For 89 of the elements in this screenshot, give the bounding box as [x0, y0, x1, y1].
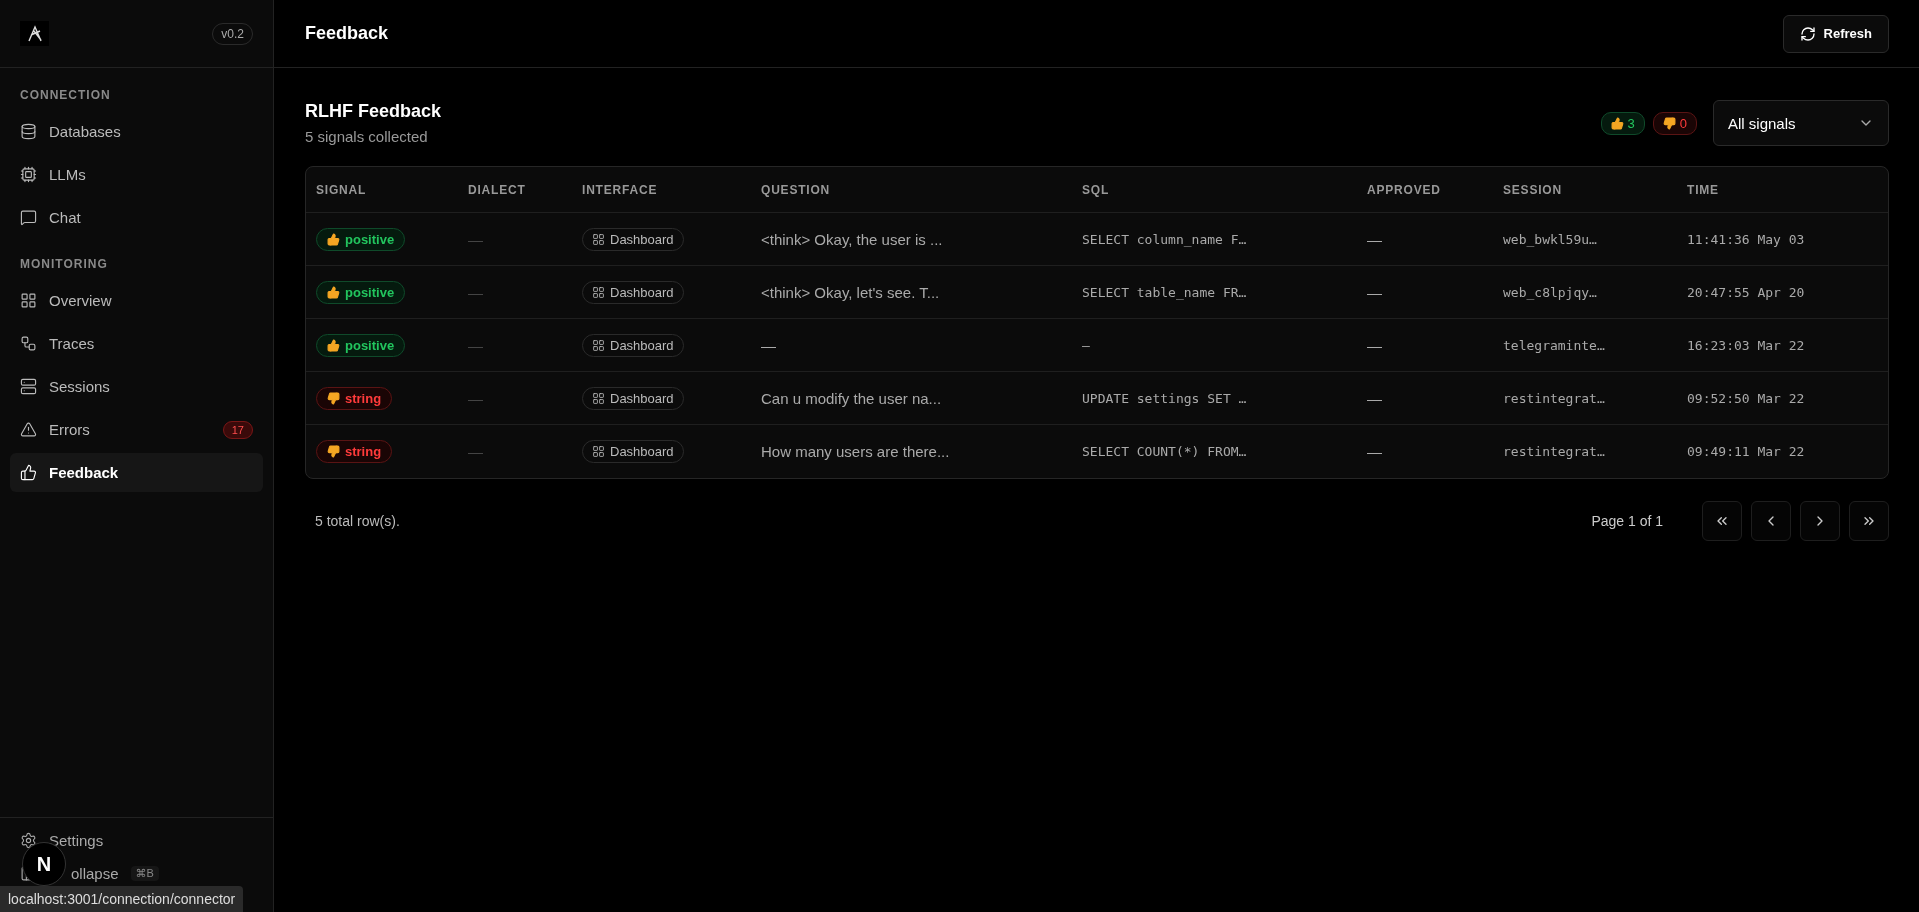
sidebar-item[interactable]: Chat	[10, 198, 263, 237]
last-page-button[interactable]	[1849, 501, 1889, 541]
signal-badge: string	[316, 386, 393, 410]
grid-icon	[20, 292, 37, 309]
sidebar-item[interactable]: Sessions	[10, 367, 263, 406]
table-cell: How many users are there...	[761, 443, 950, 460]
page-title: Feedback	[305, 23, 389, 44]
sidebar-item[interactable]: Feedback	[10, 453, 263, 492]
negative-count: 0	[1652, 111, 1697, 135]
column-header: TIME	[1687, 182, 1720, 197]
thumbs-down-icon	[327, 445, 340, 458]
sidebar-item[interactable]: Errors 17	[10, 410, 263, 449]
section-label: MONITORING	[19, 257, 109, 271]
column-header: QUESTION	[761, 182, 832, 197]
table-cell: 20:47:55 Apr 20	[1687, 284, 1805, 300]
thumbs-down-icon	[327, 391, 340, 405]
column-header: SESSION	[1503, 182, 1563, 197]
table-cell: UPDATE settings SET …	[1082, 390, 1247, 406]
grid-icon	[592, 338, 605, 352]
positive-count: 3	[1600, 111, 1645, 135]
thumbs-up-icon	[327, 285, 340, 299]
panel-title: RLHF Feedback	[305, 101, 442, 122]
warning-icon	[20, 421, 37, 438]
table-cell: SELECT COUNT(*) FROM…	[1082, 444, 1247, 459]
thumbs-up-icon	[327, 232, 340, 246]
table-cell: 11:41:36 May 03	[1687, 231, 1805, 247]
table-cell: —	[468, 283, 483, 301]
grid-icon	[592, 285, 605, 299]
table-cell: —	[468, 336, 483, 354]
sidebar-item[interactable]: Databases	[10, 112, 263, 151]
table-cell: 09:49:11 Mar 22	[1687, 444, 1805, 459]
table-cell: restintegrat…	[1503, 444, 1605, 459]
column-header: DIALECT	[468, 182, 527, 197]
link-preview: localhost:3001/connection/connector	[0, 886, 244, 912]
grid-icon	[592, 445, 605, 458]
thumbs-down-icon	[1662, 116, 1676, 130]
count-badge: 17	[222, 420, 253, 439]
chat-icon	[20, 209, 37, 226]
first-page-button[interactable]	[1702, 501, 1742, 541]
row-count: 5 total row(s).	[315, 513, 400, 529]
thumbs-up-icon	[1610, 116, 1624, 130]
table-cell: —	[468, 230, 483, 248]
table-cell: —	[761, 336, 776, 354]
table-cell: 16:23:03 Mar 22	[1687, 337, 1805, 353]
table-cell: web_c8lpjqy…	[1503, 284, 1597, 300]
table-cell: 09:52:50 Mar 22	[1687, 390, 1805, 406]
table-cell: —	[1367, 283, 1382, 301]
table-cell: —	[1367, 230, 1382, 248]
grid-icon	[592, 232, 605, 246]
table-cell: —	[1367, 336, 1382, 354]
table-cell: —	[468, 389, 483, 407]
column-header: INTERFACE	[582, 182, 659, 197]
table-cell: —	[1367, 389, 1382, 407]
table-cell: Can u modify the user na...	[761, 389, 942, 407]
table-cell: –	[1082, 337, 1090, 353]
column-header: APPROVED	[1367, 182, 1442, 197]
table-cell: <think> Okay, the user is ...	[761, 230, 943, 248]
refresh-icon	[1799, 25, 1816, 42]
table-cell: telegraminte…	[1503, 337, 1605, 353]
column-header: SIGNAL	[316, 182, 368, 197]
sidebar-item[interactable]: LLMs	[10, 155, 263, 194]
sidebar-item[interactable]: Traces	[10, 324, 263, 363]
signal-badge: positive	[316, 333, 406, 357]
page-indicator: Page 1 of 1	[1591, 513, 1663, 529]
panel-subtitle: 5 signals collected	[305, 128, 429, 145]
signal-badge: string	[316, 440, 393, 463]
sidebar-item[interactable]: Overview	[10, 281, 263, 320]
signal-badge: positive	[316, 227, 406, 251]
refresh-button[interactable]: Refresh	[1782, 14, 1889, 53]
table-cell: —	[1367, 443, 1382, 460]
grid-icon	[592, 391, 605, 405]
app-logo[interactable]	[20, 21, 49, 46]
table-cell: —	[468, 443, 483, 460]
table-cell: SELECT table_name FR…	[1082, 284, 1247, 300]
signal-filter-select[interactable]: All signals	[1713, 100, 1889, 146]
table-cell: web_bwkl59u…	[1503, 231, 1597, 247]
server-icon	[20, 378, 37, 395]
thumbs-up-icon	[327, 338, 340, 352]
column-header: SQL	[1082, 182, 1111, 197]
database-icon	[20, 123, 37, 140]
table-cell: restintegrat…	[1503, 390, 1605, 406]
signal-badge: positive	[316, 280, 406, 304]
table-cell: SELECT column_name F…	[1082, 231, 1247, 247]
settings-icon	[20, 832, 37, 849]
table-cell: <think> Okay, let's see. T...	[761, 283, 940, 301]
thumbs-up-icon	[20, 464, 37, 481]
branches-icon	[20, 335, 37, 352]
section-label: CONNECTION	[19, 88, 112, 102]
chip-icon	[20, 166, 37, 183]
